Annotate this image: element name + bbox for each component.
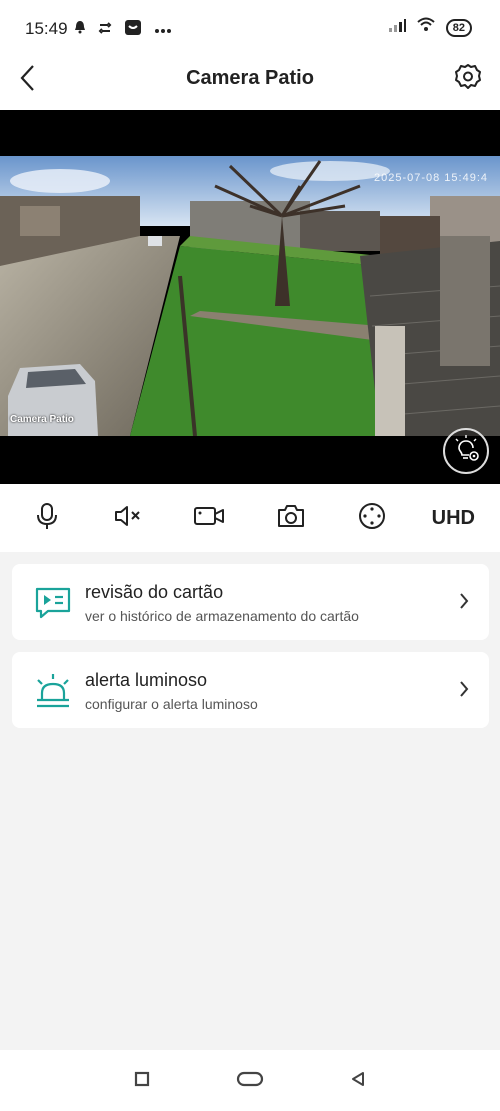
card-review-button[interactable]: revisão do cartão ver o histórico de arm… — [12, 564, 489, 640]
wifi-icon — [416, 17, 436, 38]
record-button[interactable] — [185, 494, 233, 542]
signal-icon — [388, 18, 406, 37]
triangle-back-icon — [350, 1071, 366, 1092]
ptz-button[interactable] — [348, 494, 396, 542]
recents-button[interactable] — [127, 1070, 157, 1092]
home-button[interactable] — [235, 1070, 265, 1092]
back-nav-button[interactable] — [343, 1070, 373, 1092]
settings-button[interactable] — [452, 63, 484, 95]
square-icon — [134, 1071, 150, 1092]
mute-button[interactable] — [104, 494, 152, 542]
card-playback-icon — [34, 584, 72, 622]
bulb-gear-icon — [451, 434, 481, 469]
light-settings-button[interactable] — [443, 428, 489, 474]
quality-label: UHD — [431, 506, 475, 529]
gear-icon — [454, 63, 482, 96]
ptz-icon — [358, 502, 386, 535]
app-header: Camera Patio — [0, 58, 500, 110]
more-dots-icon — [154, 21, 172, 39]
alarm-icon — [74, 20, 86, 39]
osd-camera-name: Camera Patio — [10, 414, 74, 425]
chevron-right-icon — [459, 592, 469, 615]
light-alert-subtitle: configurar o alerta luminoso — [85, 696, 258, 712]
control-toolbar: UHD — [0, 484, 500, 552]
page-title: Camera Patio — [186, 67, 314, 89]
snapshot-icon — [276, 504, 306, 533]
home-pill-icon — [236, 1071, 264, 1092]
status-bar: 15:49 82 — [0, 0, 500, 58]
camera-feed[interactable] — [0, 156, 500, 436]
mute-icon — [114, 505, 142, 532]
light-alert-title: alerta luminoso — [85, 670, 208, 690]
quality-button[interactable]: UHD — [429, 494, 477, 542]
battery-indicator: 82 — [445, 18, 472, 37]
cast-icon — [98, 21, 112, 39]
status-icons-right: 82 — [388, 17, 472, 38]
siren-icon — [34, 672, 72, 710]
status-icons-left — [74, 18, 172, 41]
card-review-title: revisão do cartão — [85, 582, 224, 602]
video-player[interactable]: 2025-07-08 15:49:4 Camera Patio — [0, 110, 500, 484]
card-review-subtitle: ver o histórico de armazenamento do cart… — [85, 608, 359, 624]
shopee-icon — [124, 18, 142, 41]
microphone-button[interactable] — [23, 494, 71, 542]
system-nav-bar — [0, 1050, 500, 1111]
snapshot-button[interactable] — [267, 494, 315, 542]
microphone-icon — [36, 502, 58, 535]
light-alert-button[interactable]: alerta luminoso configurar o alerta lumi… — [12, 652, 489, 728]
osd-timestamp: 2025-07-08 15:49:4 — [373, 172, 488, 184]
record-icon — [193, 505, 225, 532]
status-time: 15:49 — [25, 19, 68, 38]
chevron-right-icon — [459, 680, 469, 703]
